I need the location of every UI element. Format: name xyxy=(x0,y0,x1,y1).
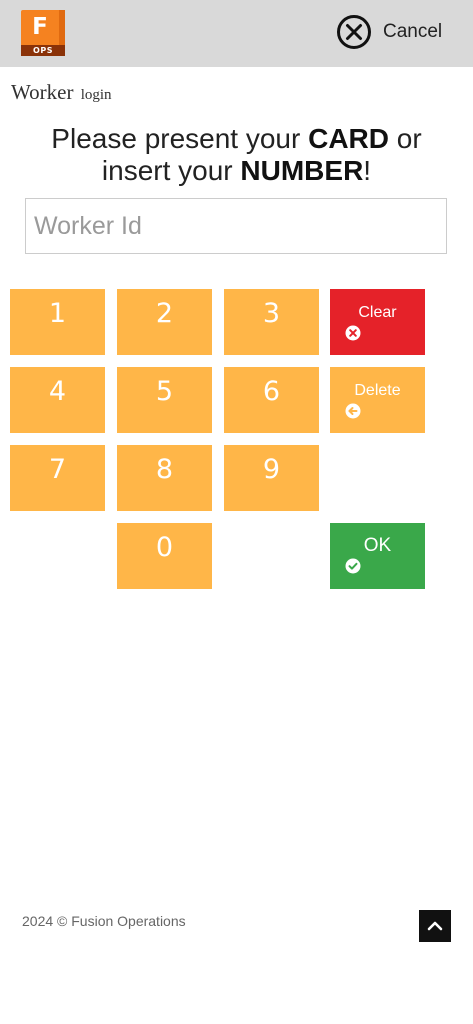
cancel-button[interactable]: Cancel xyxy=(336,14,442,50)
prompt-line-2: insert your NUMBER! xyxy=(0,155,473,187)
clear-label: Clear xyxy=(358,304,397,321)
close-circle-icon xyxy=(337,15,371,49)
prompt-card: CARD xyxy=(308,123,389,154)
prompt-text-3: insert your xyxy=(101,155,241,186)
page-title: Worker login xyxy=(11,79,112,108)
key-1[interactable]: 1 xyxy=(10,289,105,355)
key-5[interactable]: 5 xyxy=(117,367,212,433)
key-8[interactable]: 8 xyxy=(117,445,212,511)
top-bar: F OPS Cancel xyxy=(0,0,473,67)
logo-caption: OPS xyxy=(21,45,65,56)
logo-block: F xyxy=(21,10,65,45)
page: F OPS Cancel Worker login Please present… xyxy=(0,0,473,1024)
app-logo: F OPS xyxy=(21,10,65,56)
clear-button[interactable]: Clear xyxy=(330,289,425,355)
login-prompt: Please present your CARD or insert your … xyxy=(0,123,473,187)
prompt-number: NUMBER xyxy=(240,155,364,186)
key-2[interactable]: 2 xyxy=(117,289,212,355)
page-title-main: Worker xyxy=(11,80,74,104)
key-6[interactable]: 6 xyxy=(224,367,319,433)
prompt-text-4: ! xyxy=(363,155,372,186)
prompt-text-2: or xyxy=(389,123,422,154)
key-3[interactable]: 3 xyxy=(224,289,319,355)
prompt-line-1: Please present your CARD or xyxy=(0,123,473,155)
key-7[interactable]: 7 xyxy=(10,445,105,511)
x-circle-icon xyxy=(345,325,361,341)
footer-copyright: 2024 © Fusion Operations xyxy=(22,913,186,929)
page-title-sub: login xyxy=(80,87,112,103)
check-circle-icon xyxy=(345,558,361,574)
cancel-label: Cancel xyxy=(383,21,443,42)
key-0[interactable]: 0 xyxy=(117,523,212,589)
delete-label: Delete xyxy=(354,382,401,399)
arrow-left-circle-icon xyxy=(345,403,361,419)
key-9[interactable]: 9 xyxy=(224,445,319,511)
worker-id-input[interactable] xyxy=(25,198,447,254)
ok-button[interactable]: OK xyxy=(330,523,425,589)
chevron-up-icon xyxy=(427,921,443,931)
ok-label: OK xyxy=(363,535,392,556)
logo-letter: F xyxy=(32,14,48,40)
key-4[interactable]: 4 xyxy=(10,367,105,433)
prompt-text-1: Please present your xyxy=(51,123,309,154)
delete-button[interactable]: Delete xyxy=(330,367,425,433)
scroll-to-top-button[interactable] xyxy=(419,910,451,942)
